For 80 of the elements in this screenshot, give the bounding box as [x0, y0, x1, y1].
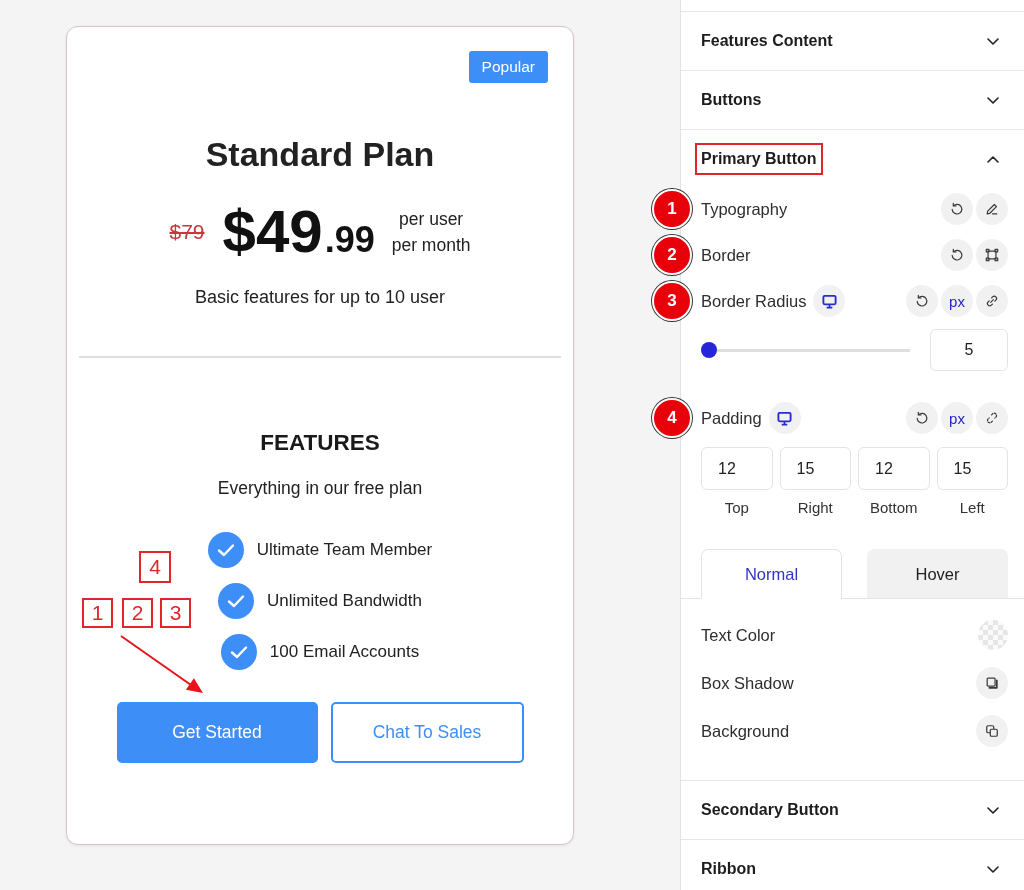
callout-number-box: 4 [139, 551, 171, 583]
state-tab[interactable]: Normal [701, 549, 842, 599]
pencil-icon [985, 202, 999, 216]
unit-button[interactable]: px [941, 285, 973, 317]
link-values-button[interactable] [976, 285, 1008, 317]
popular-badge: Popular [468, 51, 548, 83]
chevron-down-icon[interactable] [987, 865, 999, 873]
unlink-values-button[interactable] [976, 402, 1008, 434]
field-caption: Top [723, 498, 750, 518]
state-tab[interactable]: Hover [867, 549, 1008, 598]
callout-number: 4 [652, 398, 692, 438]
features-subtitle: Everything in our free plan [217, 477, 423, 500]
feature-text: Unlimited Bandwidth [267, 590, 422, 612]
price-cents: .99 [324, 222, 375, 258]
shadow-square-icon [985, 676, 999, 690]
callout-number-box: 3 [160, 598, 191, 628]
setting-label: Text Color [701, 625, 776, 645]
setting-label: Box Shadow [701, 673, 794, 693]
reset-icon [950, 202, 964, 216]
number-field[interactable]: 12 [701, 447, 773, 490]
setting-label: Border [701, 245, 751, 265]
check-circle-icon [207, 532, 244, 568]
plan-description: Basic features for up to 10 user [194, 286, 446, 309]
chevron-down-icon[interactable] [987, 806, 999, 814]
field-caption: Right [796, 498, 834, 518]
features-heading: FEATURES [260, 429, 380, 457]
transparent-swatch-icon[interactable] [978, 620, 1008, 650]
slider-thumb[interactable] [701, 342, 718, 358]
overlapping-squares-icon [985, 724, 999, 738]
monitor-icon [777, 410, 793, 426]
chevron-down-icon[interactable] [987, 96, 999, 104]
device-button[interactable] [813, 285, 846, 317]
chevron-up-icon[interactable] [987, 155, 999, 163]
device-button[interactable] [768, 402, 801, 434]
link-icon [985, 294, 999, 308]
callout-number-box: 2 [122, 598, 153, 628]
section-title[interactable]: Ribbon [695, 853, 763, 885]
box-shadow-button[interactable] [976, 667, 1008, 699]
reset-icon [950, 248, 964, 262]
old-price: $79 [169, 219, 205, 245]
number-field[interactable]: 15 [779, 447, 851, 490]
setting-label: Padding [701, 408, 762, 428]
feature-text: Ultimate Team Member [256, 539, 433, 561]
setting-label: Background [701, 721, 790, 741]
check-circle-icon [218, 583, 254, 619]
reset-button[interactable] [941, 193, 973, 225]
reset-icon [915, 411, 929, 425]
border-button[interactable] [976, 239, 1008, 271]
price-period-text: per user [399, 208, 464, 231]
edit-button[interactable] [976, 193, 1008, 225]
section-title[interactable]: Primary Button [695, 143, 823, 175]
reset-button[interactable] [941, 239, 973, 271]
setting-label: Border Radius [701, 291, 807, 311]
callout-number: 3 [652, 281, 692, 321]
price-amount: $49 [222, 202, 323, 262]
feature-text: 100 Email Accounts [269, 641, 420, 663]
reset-button[interactable] [906, 402, 938, 434]
background-button[interactable] [976, 715, 1008, 747]
section-title[interactable]: Buttons [695, 84, 768, 116]
reset-button[interactable] [906, 285, 938, 317]
price-period-text: per month [391, 234, 471, 257]
reset-icon [915, 294, 929, 308]
callout-number: 1 [652, 189, 692, 229]
square-corners-icon [985, 248, 999, 262]
check-circle-icon [220, 634, 257, 670]
callout-number: 2 [652, 235, 692, 275]
plan-title: Standard Plan [205, 134, 435, 174]
setting-label: Typography [701, 199, 788, 219]
field-caption: Bottom [869, 498, 919, 518]
number-field[interactable]: 12 [858, 447, 930, 490]
broken-link-icon [985, 411, 999, 425]
number-field[interactable]: 15 [936, 447, 1008, 490]
section-title[interactable]: Features Content [695, 25, 839, 57]
monitor-icon [822, 293, 837, 309]
number-field[interactable]: 5 [930, 329, 1008, 371]
chevron-down-icon[interactable] [987, 37, 999, 45]
section-title[interactable]: Secondary Button [695, 794, 845, 826]
unit-button[interactable]: px [941, 402, 973, 434]
field-caption: Left [958, 498, 986, 518]
callout-number-box: 1 [82, 598, 113, 628]
